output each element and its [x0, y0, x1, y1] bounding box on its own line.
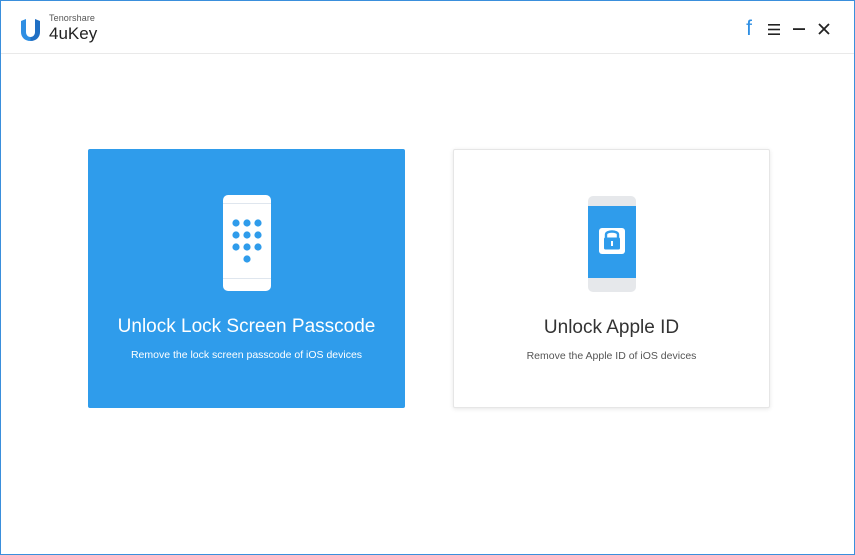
close-icon: [818, 23, 830, 35]
unlock-passcode-card[interactable]: Unlock Lock Screen Passcode Remove the l…: [88, 149, 405, 408]
unlock-apple-id-title: Unlock Apple ID: [543, 317, 680, 338]
title-bar[interactable]: Tenorshare 4uKey f: [1, 1, 854, 54]
vendor-name: Tenorshare: [49, 13, 96, 23]
facebook-button[interactable]: f: [739, 18, 759, 40]
unlock-apple-id-card[interactable]: Unlock Apple ID Remove the Apple ID of i…: [453, 149, 770, 408]
minimize-icon: [793, 28, 805, 30]
unlock-passcode-title: Unlock Lock Screen Passcode: [117, 316, 376, 337]
phone-lock-icon: [587, 196, 636, 292]
app-window: Tenorshare 4uKey f Unlock Lock Screen Pa…: [0, 0, 855, 555]
brand: Tenorshare 4uKey: [49, 13, 97, 44]
phone-keypad-icon: [222, 195, 271, 291]
menu-button[interactable]: [764, 18, 784, 40]
unlock-passcode-description: Remove the lock screen passcode of iOS d…: [130, 349, 363, 361]
app-name: 4uKey: [49, 24, 98, 43]
hamburger-menu-icon: [768, 23, 780, 35]
facebook-icon: f: [746, 17, 752, 40]
app-logo-icon: [21, 19, 40, 41]
unlock-apple-id-description: Remove the Apple ID of iOS devices: [526, 350, 697, 362]
close-button[interactable]: [814, 18, 834, 40]
minimize-button[interactable]: [789, 18, 809, 40]
